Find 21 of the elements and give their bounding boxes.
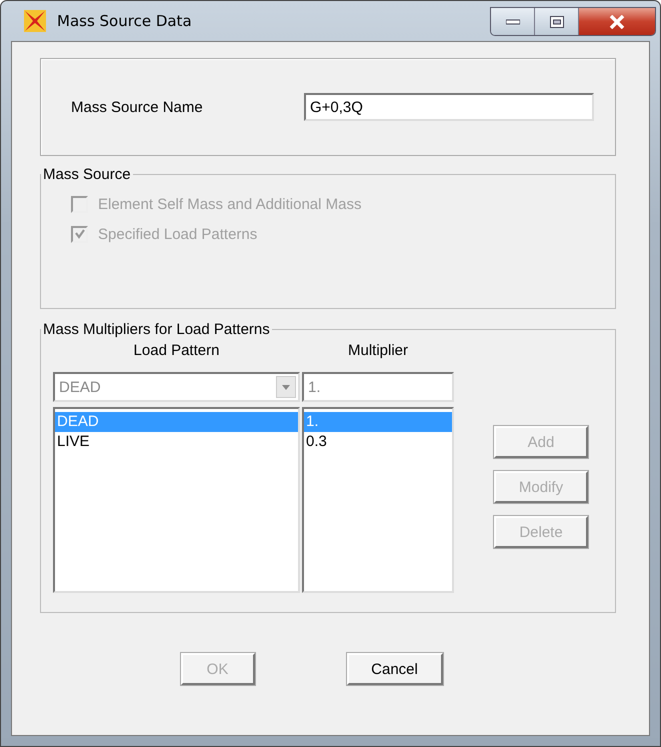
group-title: Mass Multipliers for Load Patterns (42, 321, 271, 338)
mass-source-name-field[interactable]: G+0,3Q (304, 93, 594, 121)
minimize-icon (506, 18, 520, 24)
column-header: Multiplier (348, 342, 408, 361)
maximize-icon (550, 16, 564, 28)
maximize-button[interactable] (535, 8, 579, 35)
checkbox-label: Specified Load Patterns (98, 226, 258, 242)
list-item[interactable]: 1. (304, 412, 452, 432)
list-item[interactable]: DEAD (55, 412, 298, 432)
app-icon (23, 9, 47, 33)
list-item[interactable]: 0.3 (304, 432, 452, 452)
list-item[interactable]: LIVE (55, 432, 298, 452)
checkbox-label: Element Self Mass and Additional Mass (98, 196, 362, 212)
group-title: Mass Source (42, 166, 132, 183)
minimize-button[interactable] (491, 8, 535, 35)
close-button[interactable] (579, 8, 655, 35)
window-title: Mass Source Data (57, 12, 192, 30)
close-icon (609, 14, 625, 28)
dialog-button[interactable]: Cancel (346, 653, 442, 685)
column-header: Load Pattern (134, 342, 220, 361)
mass-source-name-label: Mass Source Name (71, 98, 204, 116)
